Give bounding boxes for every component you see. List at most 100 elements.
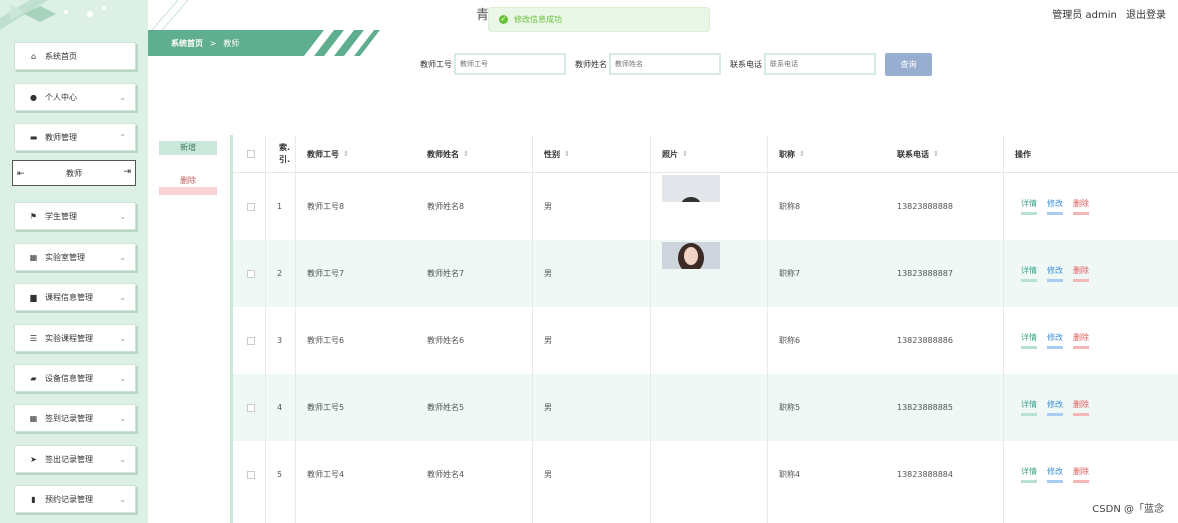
sidebar-item[interactable]: ▆ 课程信息管理 ⌄: [14, 283, 136, 311]
logo-decoration: [0, 0, 106, 30]
edit-button[interactable]: 修改: [1047, 399, 1063, 416]
cell-gender: 男: [544, 269, 552, 278]
sidebar-item[interactable]: ▬ 教师管理 ⌃: [14, 123, 136, 151]
chevron-down-icon[interactable]: ⌄: [119, 253, 126, 262]
sidebar-item[interactable]: ☰ 实验课程管理 ⌄: [14, 324, 136, 352]
cell-teacher-no: 教师工号8: [307, 202, 345, 211]
detail-button[interactable]: 详情: [1021, 332, 1037, 349]
cell-phone: 13823888887: [897, 269, 953, 278]
grid-icon: ▦: [29, 252, 38, 262]
row-delete-button[interactable]: 删除: [1073, 198, 1089, 215]
sidebar-item-label: 系统首页: [45, 51, 77, 61]
cell-teacher-name: 教师姓名5: [427, 403, 465, 412]
phone-input[interactable]: [764, 53, 876, 75]
sort-icon: ⇕: [799, 150, 805, 158]
delete-button[interactable]: 删除: [159, 175, 217, 195]
th-teacher-name-label: 教师姓名: [427, 149, 459, 159]
cell-index: 3: [277, 336, 283, 345]
row-checkbox[interactable]: [247, 240, 255, 307]
sidebar-item[interactable]: ▮ 预约记录管理 ⌄: [14, 485, 136, 513]
th-teacher-name[interactable]: 教师姓名 ⇕: [427, 135, 469, 173]
row-delete-button[interactable]: 删除: [1073, 466, 1089, 483]
teacher-no-label: 教师工号: [420, 59, 452, 69]
row-checkbox[interactable]: [247, 307, 255, 374]
sort-icon: ⇕: [564, 150, 570, 158]
th-teacher-no[interactable]: 教师工号 ⇕: [307, 135, 349, 173]
cell-title: 职称5: [779, 403, 801, 412]
sidebar-item[interactable]: ● 个人中心 ⌄: [14, 83, 136, 111]
edit-button[interactable]: 修改: [1047, 265, 1063, 282]
th-gender-label: 性别: [544, 149, 560, 159]
chart-icon: ▮: [31, 494, 36, 504]
cell-index: 4: [277, 403, 283, 412]
arrow-left-icon: ⇤: [17, 169, 25, 179]
add-button[interactable]: 新增: [159, 141, 217, 155]
row-operations: 详情 修改 删除: [1021, 374, 1089, 441]
sidebar: ⌂ 系统首页 ● 个人中心 ⌄ ▬ 教师管理 ⌃ ⚑ 学生管理 ⌄ ▦ 实验室管理 ⌄ ▆ 课程信息管理 ⌄ ☰ 实…: [0, 0, 148, 523]
chevron-down-icon[interactable]: ⌄: [119, 212, 126, 221]
cell-teacher-no: 教师工号4: [307, 470, 345, 479]
edit-button[interactable]: 修改: [1047, 332, 1063, 349]
sidebar-item-label: 实验课程管理: [45, 333, 93, 343]
edit-button[interactable]: 修改: [1047, 198, 1063, 215]
sidebar-item[interactable]: ▰ 设备信息管理 ⌄: [14, 364, 136, 392]
chevron-down-icon[interactable]: ⌄: [119, 455, 126, 464]
cell-teacher-name: 教师姓名6: [427, 336, 465, 345]
sidebar-item[interactable]: ⌂ 系统首页: [14, 42, 136, 70]
query-button[interactable]: 查询: [885, 53, 932, 76]
th-title[interactable]: 职称 ⇕: [779, 135, 805, 173]
table-header: 索.引. 教师工号 ⇕ 教师姓名 ⇕ 性别 ⇕ 照片 ⇕ 职称 ⇕ 联系电话 ⇕ 操作: [233, 135, 1178, 173]
detail-button[interactable]: 详情: [1021, 265, 1037, 282]
row-delete-button[interactable]: 删除: [1073, 399, 1089, 416]
chevron-down-icon[interactable]: ⌄: [119, 374, 126, 383]
cell-phone: 13823888884: [897, 470, 953, 479]
chevron-down-icon[interactable]: ⌄: [119, 293, 126, 302]
chevron-down-icon[interactable]: ⌄: [119, 93, 126, 102]
breadcrumb: 系统首页 > 教师: [171, 38, 239, 49]
th-phone-label: 联系电话: [897, 149, 929, 159]
table-row: 3 教师工号6 教师姓名6 男 职称6 13823888886 详情 修改 删除: [233, 307, 1178, 374]
chevron-down-icon[interactable]: ⌄: [119, 414, 126, 423]
sidebar-item[interactable]: ▦ 实验室管理 ⌄: [14, 243, 136, 271]
col-divider: [295, 135, 296, 523]
chevron-up-icon[interactable]: ⌃: [119, 133, 126, 142]
row-delete-button[interactable]: 删除: [1073, 265, 1089, 282]
sidebar-item-label: 教师管理: [45, 132, 77, 142]
sidebar-item[interactable]: ▦ 签到记录管理 ⌄: [14, 404, 136, 432]
watermark: CSDN @「蓝念: [1092, 504, 1164, 515]
row-operations: 详情 修改 删除: [1021, 307, 1089, 374]
sliders-icon: ☰: [29, 333, 38, 343]
select-all-checkbox[interactable]: [247, 135, 255, 173]
row-delete-button[interactable]: 删除: [1073, 332, 1089, 349]
row-checkbox[interactable]: [247, 441, 255, 508]
breadcrumb-home[interactable]: 系统首页: [171, 39, 203, 48]
detail-button[interactable]: 详情: [1021, 466, 1037, 483]
cell-gender: 男: [544, 202, 552, 211]
toast-text: 修改信息成功: [514, 15, 562, 24]
sidebar-subitem-teacher[interactable]: ⇤ 教师 ⇥: [12, 160, 136, 186]
cell-index: 1: [277, 202, 283, 211]
flag-icon: ⚑: [29, 211, 38, 221]
row-checkbox[interactable]: [247, 374, 255, 441]
row-operations: 详情 修改 删除: [1021, 441, 1089, 508]
chevron-down-icon[interactable]: ⌄: [119, 495, 126, 504]
col-divider: [767, 135, 768, 523]
sidebar-item[interactable]: ⚑ 学生管理 ⌄: [14, 202, 136, 230]
row-checkbox[interactable]: [247, 173, 255, 240]
teacher-name-input[interactable]: [609, 53, 721, 75]
teacher-no-input[interactable]: [454, 53, 566, 75]
cell-index: 2: [277, 269, 283, 278]
detail-button[interactable]: 详情: [1021, 399, 1037, 416]
th-gender[interactable]: 性别 ⇕: [544, 135, 570, 173]
th-phone[interactable]: 联系电话 ⇕: [897, 135, 939, 173]
detail-button[interactable]: 详情: [1021, 198, 1037, 215]
logout-link[interactable]: 退出登录: [1126, 10, 1166, 21]
cell-teacher-name: 教师姓名4: [427, 470, 465, 479]
chevron-down-icon[interactable]: ⌄: [119, 334, 126, 343]
cell-teacher-name: 教师姓名7: [427, 269, 465, 278]
sidebar-item[interactable]: ➤ 签出记录管理 ⌄: [14, 445, 136, 473]
th-photo[interactable]: 照片 ⇕: [662, 135, 688, 173]
edit-button[interactable]: 修改: [1047, 466, 1063, 483]
briefcase-icon: ▬: [29, 132, 38, 142]
sort-icon: ⇕: [682, 150, 688, 158]
